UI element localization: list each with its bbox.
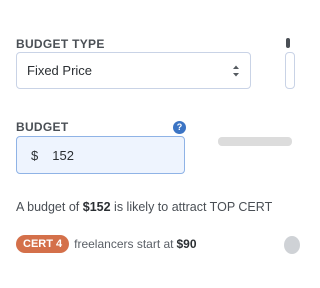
cert-badge: CERT 4 bbox=[16, 235, 70, 253]
budget-label: BUDGET bbox=[16, 120, 69, 134]
currency-symbol: $ bbox=[31, 147, 39, 163]
budget-type-select[interactable]: Fixed Price bbox=[16, 52, 251, 89]
advice-middle: is likely to attract TOP CERT bbox=[114, 200, 273, 214]
cert-info-row: CERT 4 freelancers start at $90 bbox=[16, 235, 197, 253]
chevron-up-down-icon bbox=[233, 65, 239, 77]
advice-amount: $152 bbox=[82, 200, 111, 214]
cert-price: $90 bbox=[176, 237, 197, 251]
budget-amount-input[interactable]: $ 152 bbox=[16, 136, 185, 174]
budget-type-label: BUDGET TYPE bbox=[16, 37, 105, 51]
question-mark-icon[interactable]: ? bbox=[173, 121, 186, 134]
cert-text: freelancers start at bbox=[74, 237, 174, 251]
cropped-select-fragment[interactable] bbox=[285, 52, 295, 89]
budget-slider-track[interactable] bbox=[218, 137, 292, 146]
budget-form: BUDGET TYPE Fixed Price BUDGET ? $ 152 A… bbox=[0, 0, 300, 288]
cropped-avatar-fragment bbox=[284, 236, 300, 254]
budget-type-selected-value: Fixed Price bbox=[27, 63, 93, 78]
cropped-label-fragment bbox=[286, 38, 290, 48]
budget-amount-value: 152 bbox=[52, 147, 74, 163]
advice-prefix: A budget of bbox=[16, 200, 80, 214]
budget-advice-text: A budget of $152 is likely to attract TO… bbox=[16, 200, 272, 214]
